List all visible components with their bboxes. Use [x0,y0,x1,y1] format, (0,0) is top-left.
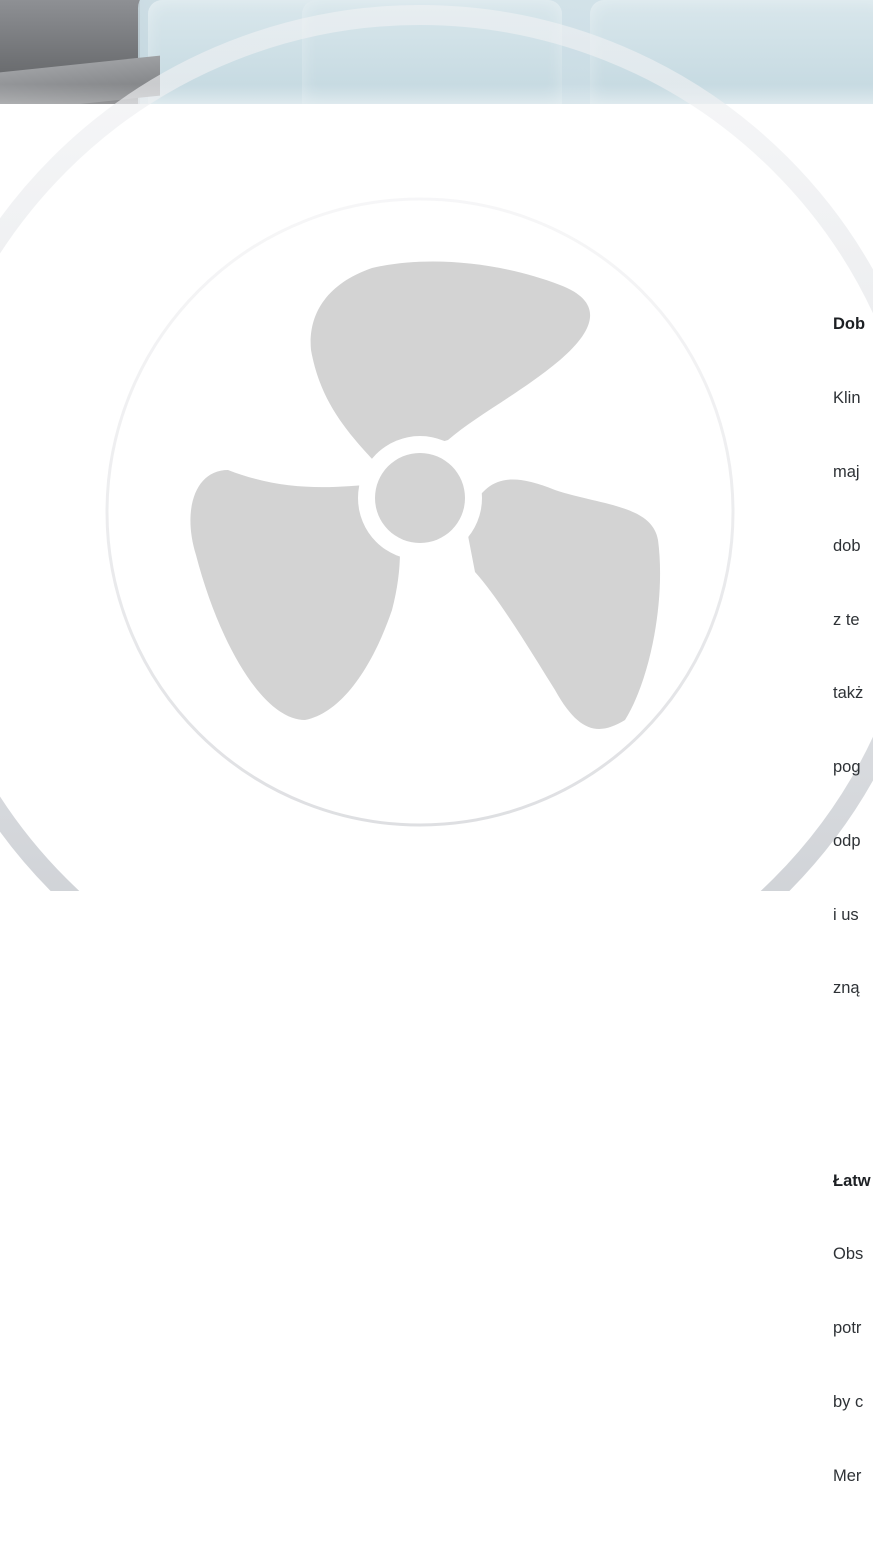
text-section: Łatw Obs potr by c Mer [833,1119,873,1537]
text-line: dob [833,536,861,555]
fan-blade [465,479,661,729]
text-line: potr [833,1319,862,1338]
fan-blade [310,261,591,462]
text-line: by c [833,1392,864,1411]
text-line: Obs [833,1245,864,1264]
text-line: Klin [833,389,861,408]
text-line: z te [833,610,860,629]
text-line: Mer [833,1466,862,1485]
text-line: odp [833,831,861,850]
text-line: zną [833,979,860,998]
fan-icon [190,261,661,729]
text-section: Dob Klin maj dob z te takż pog odp i us … [833,263,873,1050]
fan-hub-core [375,453,465,543]
text-line: i us [833,905,859,924]
text-line: takż [833,684,864,703]
text-line: maj [833,462,860,481]
fan-graphic [0,5,873,891]
section-heading: Dob [833,315,866,334]
text-line: pog [833,758,861,777]
section-heading: Łatw [833,1171,871,1190]
text-column: Dob Klin maj dob z te takż pog odp i us … [833,214,873,1562]
